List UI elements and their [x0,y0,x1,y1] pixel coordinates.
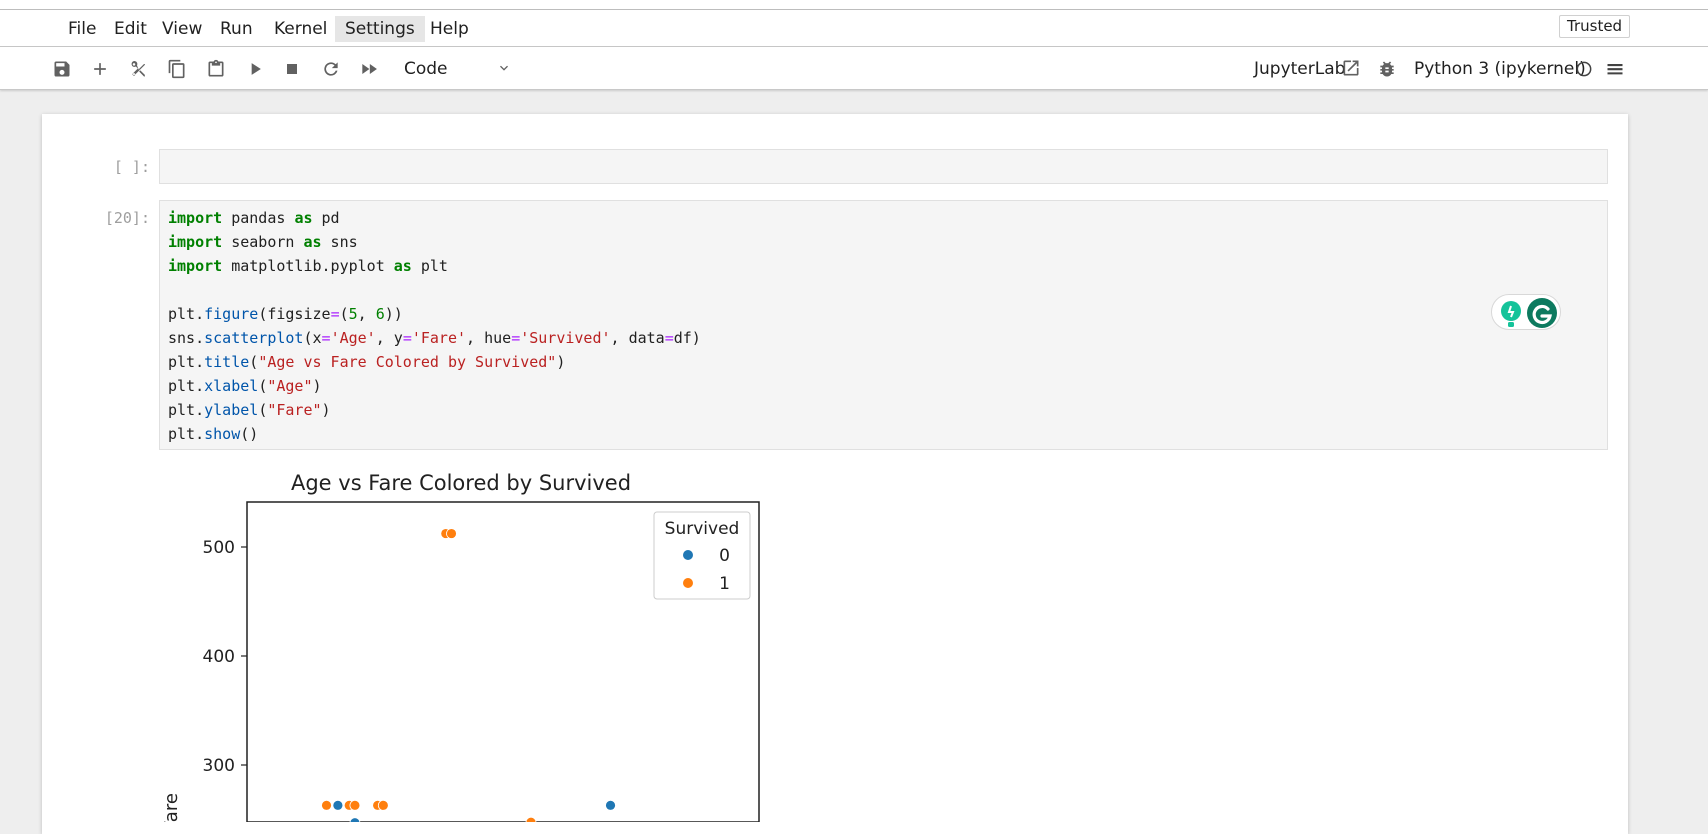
empty-code-cell-input[interactable] [159,149,1608,184]
menu-run[interactable]: Run [210,16,263,42]
scatter-point-survived-1 [377,799,389,811]
notebook-toolbar: Code JupyterLab Python 3 (ipykernel) [0,47,1708,90]
copy-icon [168,59,185,79]
paste-button[interactable] [204,57,228,81]
legend-marker-1 [683,578,693,588]
y-axis-ticks: 500 400 300 [203,538,247,776]
copy-button[interactable] [165,57,189,81]
menu-help[interactable]: Help [420,16,479,42]
clipboard-icon [208,59,224,77]
menu-view[interactable]: View [152,16,212,42]
grammarly-widget[interactable] [1491,294,1561,330]
menu-settings[interactable]: Settings [335,16,425,42]
hamburger-menu-icon [1607,64,1623,75]
cell-type-value: Code [404,59,448,79]
grammarly-icons [1501,298,1557,328]
code-cell-prompt: [20]: [104,209,150,227]
grammarly-logo-icon [1527,298,1557,328]
top-strip [0,0,1708,10]
insert-cell-button[interactable] [88,57,112,81]
legend-marker-0 [683,550,693,560]
kernel-status [1572,57,1596,81]
y-tick-label: 500 [203,538,235,558]
interrupt-kernel-button[interactable] [280,57,304,81]
refresh-icon [324,62,338,76]
debugger-button[interactable] [1375,57,1399,81]
y-tick-label: 400 [203,647,235,667]
restart-run-all-button[interactable] [357,57,381,81]
open-in-new-window-button[interactable] [1339,56,1363,80]
play-icon [251,63,261,75]
fast-forward-icon [362,64,377,74]
plus-icon [94,63,106,75]
scatter-point-survived-1 [321,799,332,811]
y-tick-label: 300 [203,756,235,776]
menu-kernel[interactable]: Kernel [264,16,337,42]
empty-cell-prompt: [ ]: [113,158,150,176]
bug-icon [1380,61,1394,77]
trusted-indicator[interactable]: Trusted [1559,15,1631,38]
restart-kernel-button[interactable] [319,57,343,81]
y-axis-label: Fare [161,793,182,822]
kernel-idle-circle-icon [1576,61,1592,77]
kernel-name[interactable]: Python 3 (ipykernel) [1414,56,1586,82]
chevron-down-icon [500,65,508,71]
menu-bar: File Edit View Run Kernel Settings Help … [0,10,1708,47]
open-in-jupyterlab-link[interactable]: JupyterLab [1254,56,1345,82]
scatter-point-survived-1 [446,528,457,539]
more-menu-button[interactable] [1603,57,1627,81]
legend-label-1: 1 [719,574,730,594]
save-button[interactable] [50,57,74,81]
menu-edit[interactable]: Edit [104,16,157,42]
cut-button[interactable] [127,57,151,81]
scatter-point-survived-0 [332,799,344,811]
chart-title: Age vs Fare Colored by Survived [291,471,631,495]
scissors-icon [131,61,145,77]
scatter-point-survived-1 [525,816,537,822]
cell-type-select[interactable]: Code [404,56,514,82]
external-link-icon [1343,60,1359,76]
scatter-point-survived-1 [349,799,361,811]
run-cell-button[interactable] [243,57,267,81]
scatter-points [321,528,616,822]
legend-title: Survived [665,519,740,539]
scatter-point-survived-0 [605,799,616,811]
lightbulb-icon [1501,301,1521,327]
stop-icon [287,64,297,74]
legend-label-0: 0 [719,546,730,566]
menu-file[interactable]: File [58,16,106,42]
scatter-point-survived-0 [349,817,361,822]
save-icon [54,61,70,77]
legend: Survived 0 1 [653,511,751,600]
scatter-chart: Age vs Fare Colored by Survived 500 400 30… [161,471,760,822]
